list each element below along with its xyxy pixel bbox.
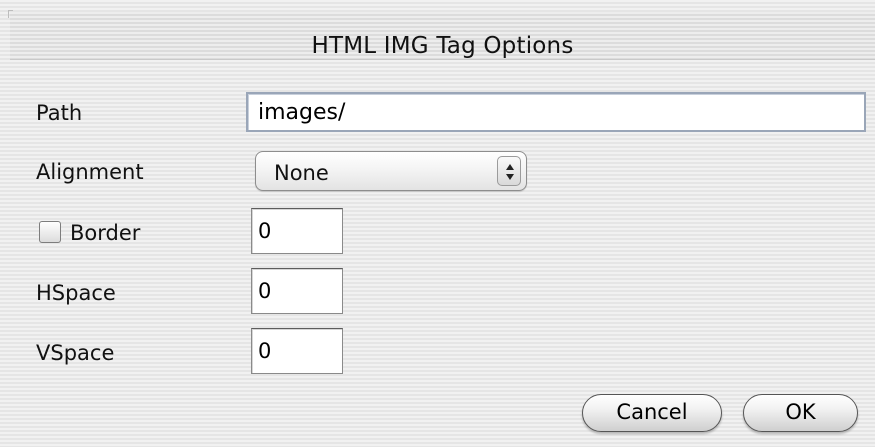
up-down-arrows-icon [497,156,521,186]
ok-button[interactable]: OK [743,394,858,432]
alignment-label: Alignment [36,160,144,184]
path-input[interactable] [246,92,866,132]
hspace-label: HSpace [36,281,116,305]
border-checkbox[interactable] [39,221,61,243]
alignment-selected-value: None [274,161,329,185]
img-tag-options-dialog: HTML IMG Tag Options Path Alignment None… [0,0,875,447]
border-label: Border [70,221,141,245]
path-label: Path [36,101,83,125]
alignment-select[interactable]: None [255,151,527,191]
dialog-title: HTML IMG Tag Options [311,33,574,59]
border-input[interactable] [251,208,343,254]
title-bar: HTML IMG Tag Options [10,12,875,60]
vspace-input[interactable] [251,328,343,374]
vspace-label: VSpace [36,341,115,365]
hspace-input[interactable] [251,268,343,314]
cancel-button[interactable]: Cancel [582,394,722,432]
